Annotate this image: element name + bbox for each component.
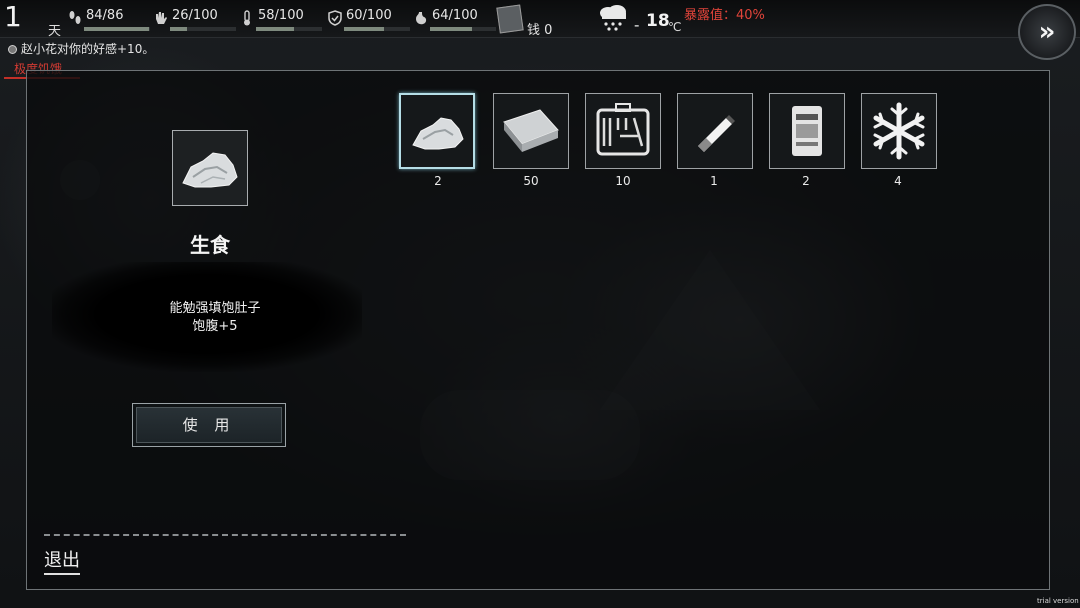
slot-count: 2 — [434, 174, 442, 188]
use-button-label: 使 用 — [182, 416, 236, 434]
footprints-icon — [66, 9, 84, 27]
day-unit-label: 天 — [48, 24, 62, 39]
toolbox-icon — [596, 103, 650, 156]
snow-cloud-icon — [596, 3, 630, 33]
hand-bar — [170, 27, 236, 31]
fast-forward-button[interactable]: » — [1018, 4, 1076, 60]
notification-message: 赵小花对你的好感+10。 — [8, 40, 154, 58]
exit-button[interactable]: 退出 — [44, 546, 80, 575]
thermometer-icon — [238, 9, 256, 27]
slot-count: 4 — [894, 174, 902, 188]
food-packet-icon — [792, 106, 822, 156]
slot-count: 10 — [615, 174, 631, 188]
item-description: 能勉强填饱肚子 饱腹+5 — [110, 300, 320, 336]
notification-dot-icon — [8, 45, 17, 54]
slot-count: 2 — [802, 174, 810, 188]
hunger-stat: 64/100 — [412, 6, 498, 32]
snowflake-icon — [873, 102, 925, 160]
double-chevron-right-icon: » — [1038, 17, 1056, 47]
defense-value: 60/100 — [346, 8, 392, 23]
exposure-value: 暴露值：40% — [684, 8, 765, 23]
cigarette-icon — [698, 115, 735, 152]
outdoor-temperature: 18 — [646, 11, 670, 31]
raw-meat-icon — [412, 117, 464, 150]
hand-icon — [152, 9, 170, 27]
money-label: 钱 0 — [527, 23, 553, 38]
use-button[interactable]: 使 用 — [132, 403, 286, 447]
item-name: 生食 — [190, 233, 230, 257]
inventory-slot-cigarette[interactable] — [677, 93, 753, 169]
shield-icon — [326, 9, 344, 27]
slot-count: 1 — [710, 174, 718, 188]
inventory-slot-snowflake[interactable] — [861, 93, 937, 169]
stamina-bar — [84, 27, 150, 31]
selected-item-preview — [172, 130, 248, 206]
day-counter: 1 — [4, 0, 22, 33]
inventory-slot-food-packet[interactable] — [769, 93, 845, 169]
temperature-sign: - — [634, 16, 640, 34]
temperature-stat: 58/100 — [238, 6, 324, 32]
cash-icon — [496, 4, 524, 34]
trial-version-watermark: trial version — [1037, 597, 1079, 605]
stomach-icon — [412, 9, 430, 27]
inventory-slot-toolbox[interactable] — [585, 93, 661, 169]
defense-stat: 60/100 — [326, 6, 412, 32]
hunger-value: 64/100 — [432, 8, 478, 23]
footer-divider — [44, 534, 406, 536]
cloth-icon — [503, 109, 559, 152]
inventory-slot-cloth[interactable] — [493, 93, 569, 169]
stamina-stat: 84/86 — [66, 6, 152, 32]
temperature-unit: ℃ — [668, 20, 682, 34]
temperature-bar — [256, 27, 322, 31]
item-effect-line: 饱腹+5 — [192, 319, 238, 334]
hunger-bar — [430, 27, 496, 31]
status-bar: 1 天 84/86 26/100 58/100 60/100 64/100 钱 … — [0, 0, 1080, 39]
item-description-line: 能勉强填饱肚子 — [169, 301, 261, 316]
defense-bar — [344, 27, 410, 31]
hand-stat: 26/100 — [152, 6, 238, 32]
inventory-slot-raw-meat[interactable] — [399, 93, 475, 169]
hand-value: 26/100 — [172, 8, 218, 23]
notification-text: 赵小花对你的好感+10。 — [21, 42, 155, 56]
temperature-value: 58/100 — [258, 8, 304, 23]
stamina-value: 84/86 — [86, 8, 124, 23]
slot-count: 50 — [523, 174, 539, 188]
raw-meat-icon — [182, 152, 238, 188]
